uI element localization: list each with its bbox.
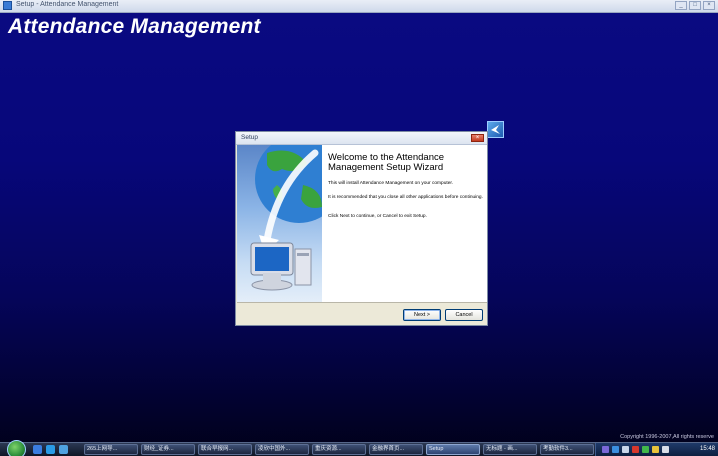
tray-im-icon[interactable] — [652, 446, 659, 453]
task-button[interactable]: 重庆资源... — [312, 444, 366, 455]
welcome-heading: Welcome to the Attendance Management Set… — [328, 152, 445, 173]
setup-dialog: Setup × Welcome to the Attendance Manage… — [235, 131, 488, 326]
window-titlebar[interactable]: Setup - Attendance Management _ □ × — [0, 0, 718, 13]
copyright-text: Copyright 1996-2007,All rights reserve — [620, 434, 714, 440]
cancel-button[interactable]: Cancel — [445, 309, 483, 321]
dialog-body: Welcome to the Attendance Management Set… — [237, 145, 487, 303]
dialog-title: Setup — [241, 134, 258, 141]
task-button[interactable]: 265上网导... — [84, 444, 138, 455]
instructions-text: Click Next to continue, or Cancel to exi… — [328, 214, 427, 219]
tray-icons — [602, 446, 669, 453]
show-desktop-icon[interactable] — [33, 445, 42, 454]
setup-app-icon — [487, 121, 504, 138]
dialog-titlebar[interactable]: Setup × — [236, 132, 487, 145]
tray-antivirus-icon[interactable] — [632, 446, 639, 453]
tray-security-icon[interactable] — [642, 446, 649, 453]
minimize-button[interactable]: _ — [675, 1, 687, 10]
start-button[interactable] — [7, 440, 26, 456]
system-tray: 15:48 — [595, 443, 718, 456]
window-controls: _ □ × — [675, 1, 715, 10]
task-list: 265上网导... 财经_证券... 联合早报网... 凌欣中国外... 重庆资… — [84, 444, 594, 455]
task-button[interactable]: 凌欣中国外... — [255, 444, 309, 455]
dialog-close-button[interactable]: × — [471, 134, 484, 142]
taskbar: 265上网导... 财经_证券... 联合早报网... 凌欣中国外... 重庆资… — [0, 440, 718, 456]
task-button[interactable]: 联合早报网... — [198, 444, 252, 455]
computer-icon — [250, 242, 312, 291]
ie-icon[interactable] — [46, 445, 55, 454]
task-button-setup[interactable]: Setup — [426, 444, 480, 455]
desktop: Setup - Attendance Management _ □ × Atte… — [0, 0, 718, 456]
window-title: Setup - Attendance Management — [16, 1, 119, 8]
tray-app-icon[interactable] — [602, 446, 609, 453]
app-icon — [3, 1, 12, 10]
close-apps-text: It is recommended that you close all oth… — [328, 195, 483, 200]
wizard-graphic — [237, 145, 322, 302]
close-window-button[interactable]: × — [703, 1, 715, 10]
task-button[interactable]: 金融界首页... — [369, 444, 423, 455]
clock[interactable]: 15:48 — [700, 446, 715, 452]
restore-button[interactable]: □ — [689, 1, 701, 10]
browser-icon[interactable] — [59, 445, 68, 454]
task-button[interactable]: 考勤软件3... — [540, 444, 594, 455]
tray-help-icon[interactable] — [612, 446, 619, 453]
quick-launch — [33, 445, 68, 454]
task-button[interactable]: 财经_证券... — [141, 444, 195, 455]
page-title: Attendance Management — [8, 15, 261, 38]
volume-icon[interactable] — [662, 446, 669, 453]
tray-network-icon[interactable] — [622, 446, 629, 453]
next-button[interactable]: Next > — [403, 309, 441, 321]
task-button[interactable]: 无标题 - 画... — [483, 444, 537, 455]
install-info-text: This will install Attendance Management … — [328, 181, 454, 186]
